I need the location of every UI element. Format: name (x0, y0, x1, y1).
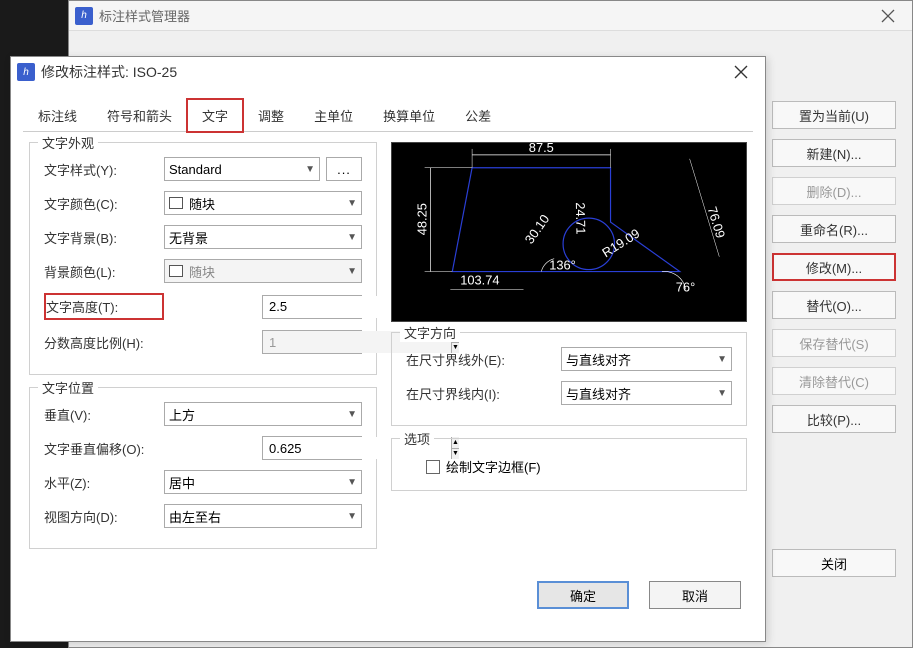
compare-button[interactable]: 比较(P)... (772, 405, 896, 433)
chevron-down-icon: ▼ (347, 477, 357, 488)
text-bg-label: 文字背景(B): (44, 228, 164, 247)
horizontal-select[interactable]: 居中▼ (164, 470, 362, 494)
text-placement-title: 文字位置 (38, 378, 98, 397)
manager-side-buttons: 置为当前(U) 新建(N)... 删除(D)... 重命名(R)... 修改(M… (772, 101, 896, 433)
svg-text:48.25: 48.25 (415, 203, 430, 235)
chevron-down-icon: ▼ (305, 164, 315, 175)
text-appearance-group: 文字外观 文字样式(Y): Standard▼ ... 文字颜色(C): 随块▼… (29, 142, 377, 375)
outside-ext-select[interactable]: 与直线对齐▼ (561, 347, 732, 371)
modify-dim-style-dialog: h 修改标注样式: ISO-25 标注线 符号和箭头 文字 调整 主单位 换算单… (10, 56, 766, 642)
text-height-spinner[interactable]: ▲▼ (262, 295, 362, 319)
inside-ext-label: 在尺寸界线内(I): (406, 384, 561, 403)
viewdir-select[interactable]: 由左至右▼ (164, 504, 362, 528)
chevron-down-icon: ▼ (347, 511, 357, 522)
tab-bar: 标注线 符号和箭头 文字 调整 主单位 换算单位 公差 (23, 99, 753, 132)
text-style-select[interactable]: Standard▼ (164, 157, 320, 181)
clear-override-button[interactable]: 清除替代(C) (772, 367, 896, 395)
text-appearance-title: 文字外观 (38, 133, 98, 152)
close-icon[interactable] (870, 2, 906, 30)
text-bg-select[interactable]: 无背景▼ (164, 225, 362, 249)
bg-color-label: 背景颜色(L): (44, 262, 164, 281)
ok-button[interactable]: 确定 (537, 581, 629, 609)
bg-color-select[interactable]: 随块▼ (164, 259, 362, 283)
frac-height-label: 分数高度比例(H): (44, 333, 164, 352)
options-group: 选项 绘制文字边框(F) (391, 438, 747, 491)
tab-fit[interactable]: 调整 (243, 99, 299, 132)
outside-ext-label: 在尺寸界线外(E): (406, 350, 561, 369)
child-titlebar: h 修改标注样式: ISO-25 (11, 57, 765, 87)
modify-button[interactable]: 修改(M)... (772, 253, 896, 281)
rename-button[interactable]: 重命名(R)... (772, 215, 896, 243)
chevron-down-icon: ▼ (717, 354, 727, 365)
text-height-label: 文字高度(T): (44, 293, 164, 320)
vertical-select[interactable]: 上方▼ (164, 402, 362, 426)
chevron-down-icon: ▼ (347, 232, 357, 243)
svg-text:24.71: 24.71 (573, 202, 589, 234)
offset-label: 文字垂直偏移(O): (44, 439, 204, 458)
delete-button[interactable]: 删除(D)... (772, 177, 896, 205)
app-icon: h (75, 7, 93, 25)
tab-alt-units[interactable]: 换算单位 (368, 99, 450, 132)
svg-text:76°: 76° (676, 279, 695, 294)
chevron-down-icon: ▼ (347, 198, 357, 209)
options-title: 选项 (400, 429, 434, 448)
new-button[interactable]: 新建(N)... (772, 139, 896, 167)
dimension-preview: 87.5 48.25 103.74 30.10 24.71 R19.09 76.… (391, 142, 747, 322)
horizontal-label: 水平(Z): (44, 473, 164, 492)
text-color-select[interactable]: 随块▼ (164, 191, 362, 215)
svg-text:87.5: 87.5 (529, 143, 554, 155)
dialog-buttons: 确定 取消 (11, 571, 765, 625)
close-icon[interactable] (723, 58, 759, 86)
tab-tolerances[interactable]: 公差 (450, 99, 506, 132)
inside-ext-select[interactable]: 与直线对齐▼ (561, 381, 732, 405)
parent-title: 标注样式管理器 (99, 6, 870, 25)
chevron-down-icon: ▼ (717, 388, 727, 399)
svg-text:30.10: 30.10 (522, 212, 553, 247)
svg-text:103.74: 103.74 (460, 272, 499, 287)
cancel-button[interactable]: 取消 (649, 581, 741, 609)
app-icon: h (17, 63, 35, 81)
viewdir-label: 视图方向(D): (44, 507, 164, 526)
tab-primary-units[interactable]: 主单位 (299, 99, 368, 132)
text-placement-group: 文字位置 垂直(V): 上方▼ 文字垂直偏移(O): ▲▼ 水平(Z): 居中▼ (29, 387, 377, 549)
child-title: 修改标注样式: ISO-25 (41, 62, 723, 82)
svg-text:136°: 136° (549, 258, 576, 273)
text-direction-group: 文字方向 在尺寸界线外(E): 与直线对齐▼ 在尺寸界线内(I): 与直线对齐▼ (391, 332, 747, 426)
color-swatch-icon (169, 265, 183, 277)
color-swatch-icon (169, 197, 183, 209)
svg-text:R19.09: R19.09 (599, 226, 642, 261)
draw-frame-label: 绘制文字边框(F) (446, 457, 541, 476)
set-current-button[interactable]: 置为当前(U) (772, 101, 896, 129)
override-button[interactable]: 替代(O)... (772, 291, 896, 319)
chevron-down-icon: ▼ (347, 266, 357, 277)
svg-text:76.09: 76.09 (705, 205, 729, 240)
vertical-label: 垂直(V): (44, 405, 164, 424)
frac-height-spinner: ▲▼ (262, 330, 362, 354)
offset-spinner[interactable]: ▲▼ (262, 436, 362, 460)
tab-text[interactable]: 文字 (187, 99, 243, 132)
tab-lines[interactable]: 标注线 (23, 99, 92, 132)
draw-frame-checkbox[interactable] (426, 460, 440, 474)
parent-titlebar: h 标注样式管理器 (69, 1, 912, 31)
close-button[interactable]: 关闭 (772, 549, 896, 577)
tab-symbols-arrows[interactable]: 符号和箭头 (92, 99, 187, 132)
chevron-down-icon: ▼ (347, 409, 357, 420)
text-color-label: 文字颜色(C): (44, 194, 164, 213)
save-override-button[interactable]: 保存替代(S) (772, 329, 896, 357)
text-style-more-button[interactable]: ... (326, 157, 362, 181)
text-direction-title: 文字方向 (400, 323, 460, 342)
text-style-label: 文字样式(Y): (44, 160, 164, 179)
